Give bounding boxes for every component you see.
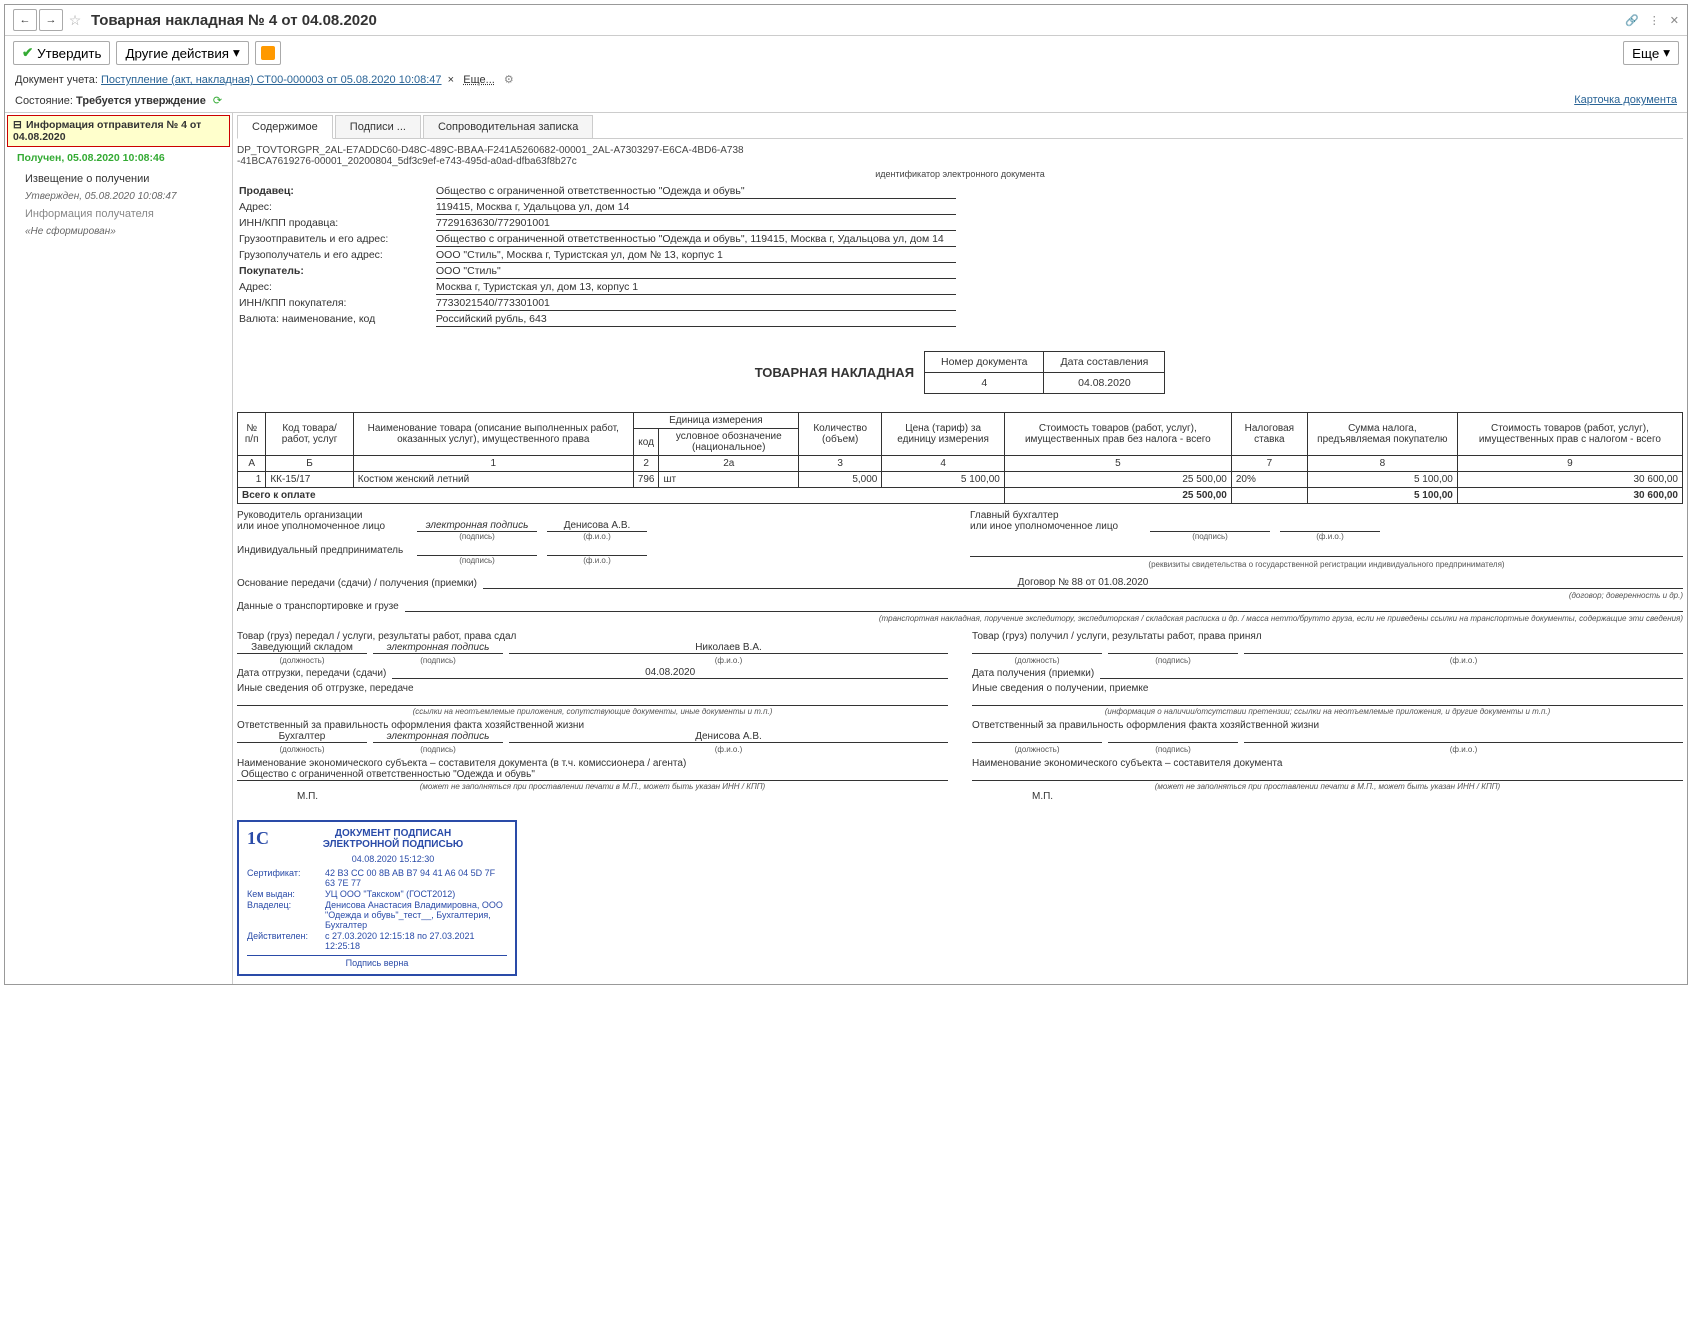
doc-main-title: ТОВАРНАЯ НАКЛАДНАЯ <box>755 365 914 380</box>
sidebar-header[interactable]: ⊟Информация отправителя № 4 от 04.08.202… <box>7 115 230 147</box>
more-docs-link[interactable]: Еще... <box>463 74 495 86</box>
sender-recipient-block: Товар (груз) передал / услуги, результат… <box>237 631 1683 802</box>
transfer-block: Основание передачи (сдачи) / получения (… <box>237 577 1683 623</box>
tab-signatures[interactable]: Подписи ... <box>335 115 421 138</box>
signature-block: Руководитель организации или иное уполно… <box>237 510 1683 569</box>
collapse-icon[interactable]: ⊟ <box>13 119 23 131</box>
sidebar: ⊟Информация отправителя № 4 от 04.08.202… <box>5 113 233 984</box>
sender-column: Товар (груз) передал / услуги, результат… <box>237 631 948 802</box>
identifier-caption: идентификатор электронного документа <box>237 169 1683 179</box>
toolbar: ✔Утвердить Другие действия ▾ Еще ▾ <box>5 36 1687 70</box>
state-row: Состояние: Требуется утверждение ⟳ Карто… <box>5 89 1687 112</box>
more-button[interactable]: Еще ▾ <box>1623 41 1679 65</box>
favorite-star-icon[interactable]: ☆ <box>65 12 85 29</box>
sidebar-item-recipient-info[interactable]: Информация получателя <box>7 204 230 224</box>
doc-identifier: DP_TOVTORGPR_2AL-E7ADDC60-D48C-489C-BBAA… <box>237 145 1683 167</box>
account-doc-link[interactable]: Поступление (акт, накладная) СТ00-000003… <box>101 74 442 86</box>
titlebar: ← → ☆ Товарная накладная № 4 от 04.08.20… <box>5 5 1687 36</box>
menu-kebab-icon[interactable]: ⋮ <box>1649 14 1660 27</box>
recipient-column: Товар (груз) получил / услуги, результат… <box>972 631 1683 802</box>
state-value: Требуется утверждение <box>76 95 206 107</box>
1c-logo-icon: 1С <box>247 828 269 849</box>
refresh-icon[interactable]: ⟳ <box>213 94 222 107</box>
hierarchy-button[interactable] <box>255 41 281 65</box>
doc-num-date-table: Номер документаДата составления 404.08.2… <box>924 351 1165 394</box>
window-title: Товарная накладная № 4 от 04.08.2020 <box>91 12 1625 29</box>
items-table: № п/п Код товара/ работ, услуг Наименова… <box>237 412 1683 504</box>
content: Содержимое Подписи ... Сопроводительная … <box>233 113 1687 984</box>
gear-icon[interactable]: ⚙ <box>504 74 514 86</box>
sidebar-item-sub: «Не сформирован» <box>7 224 230 239</box>
link-icon[interactable]: 🔗 <box>1625 14 1639 27</box>
doc-header-table: Продавец:Общество с ограниченной ответст… <box>237 183 958 329</box>
chevron-down-icon: ▾ <box>233 45 240 61</box>
tab-cover-note[interactable]: Сопроводительная записка <box>423 115 593 138</box>
approve-button[interactable]: ✔Утвердить <box>13 41 110 65</box>
nav-back-button[interactable]: ← <box>13 9 37 31</box>
sidebar-item-receipt-notice[interactable]: Извещение о получении <box>7 169 230 189</box>
hierarchy-icon <box>261 46 275 60</box>
table-row: 1 КК-15/17 Костюм женский летний 796 шт … <box>238 472 1683 488</box>
sidebar-item-sub: Утвержден, 05.08.2020 10:08:47 <box>7 189 230 204</box>
account-doc-row: Документ учета: Поступление (акт, наклад… <box>5 70 1687 89</box>
sidebar-status: Получен, 05.08.2020 10:08:46 <box>7 147 230 169</box>
tab-content[interactable]: Содержимое <box>237 115 333 139</box>
tabs: Содержимое Подписи ... Сопроводительная … <box>237 115 1683 139</box>
signature-stamp: 1С ДОКУМЕНТ ПОДПИСАНЭЛЕКТРОННОЙ ПОДПИСЬЮ… <box>237 820 517 976</box>
other-actions-button[interactable]: Другие действия ▾ <box>116 41 248 65</box>
close-icon[interactable]: ✕ <box>1670 14 1679 27</box>
check-icon: ✔ <box>22 45 33 61</box>
doc-card-link[interactable]: Карточка документа <box>1574 94 1677 106</box>
table-total-row: Всего к оплате 25 500,00 5 100,00 30 600… <box>238 488 1683 504</box>
nav-forward-button[interactable]: → <box>39 9 63 31</box>
chevron-down-icon: ▾ <box>1663 45 1670 61</box>
